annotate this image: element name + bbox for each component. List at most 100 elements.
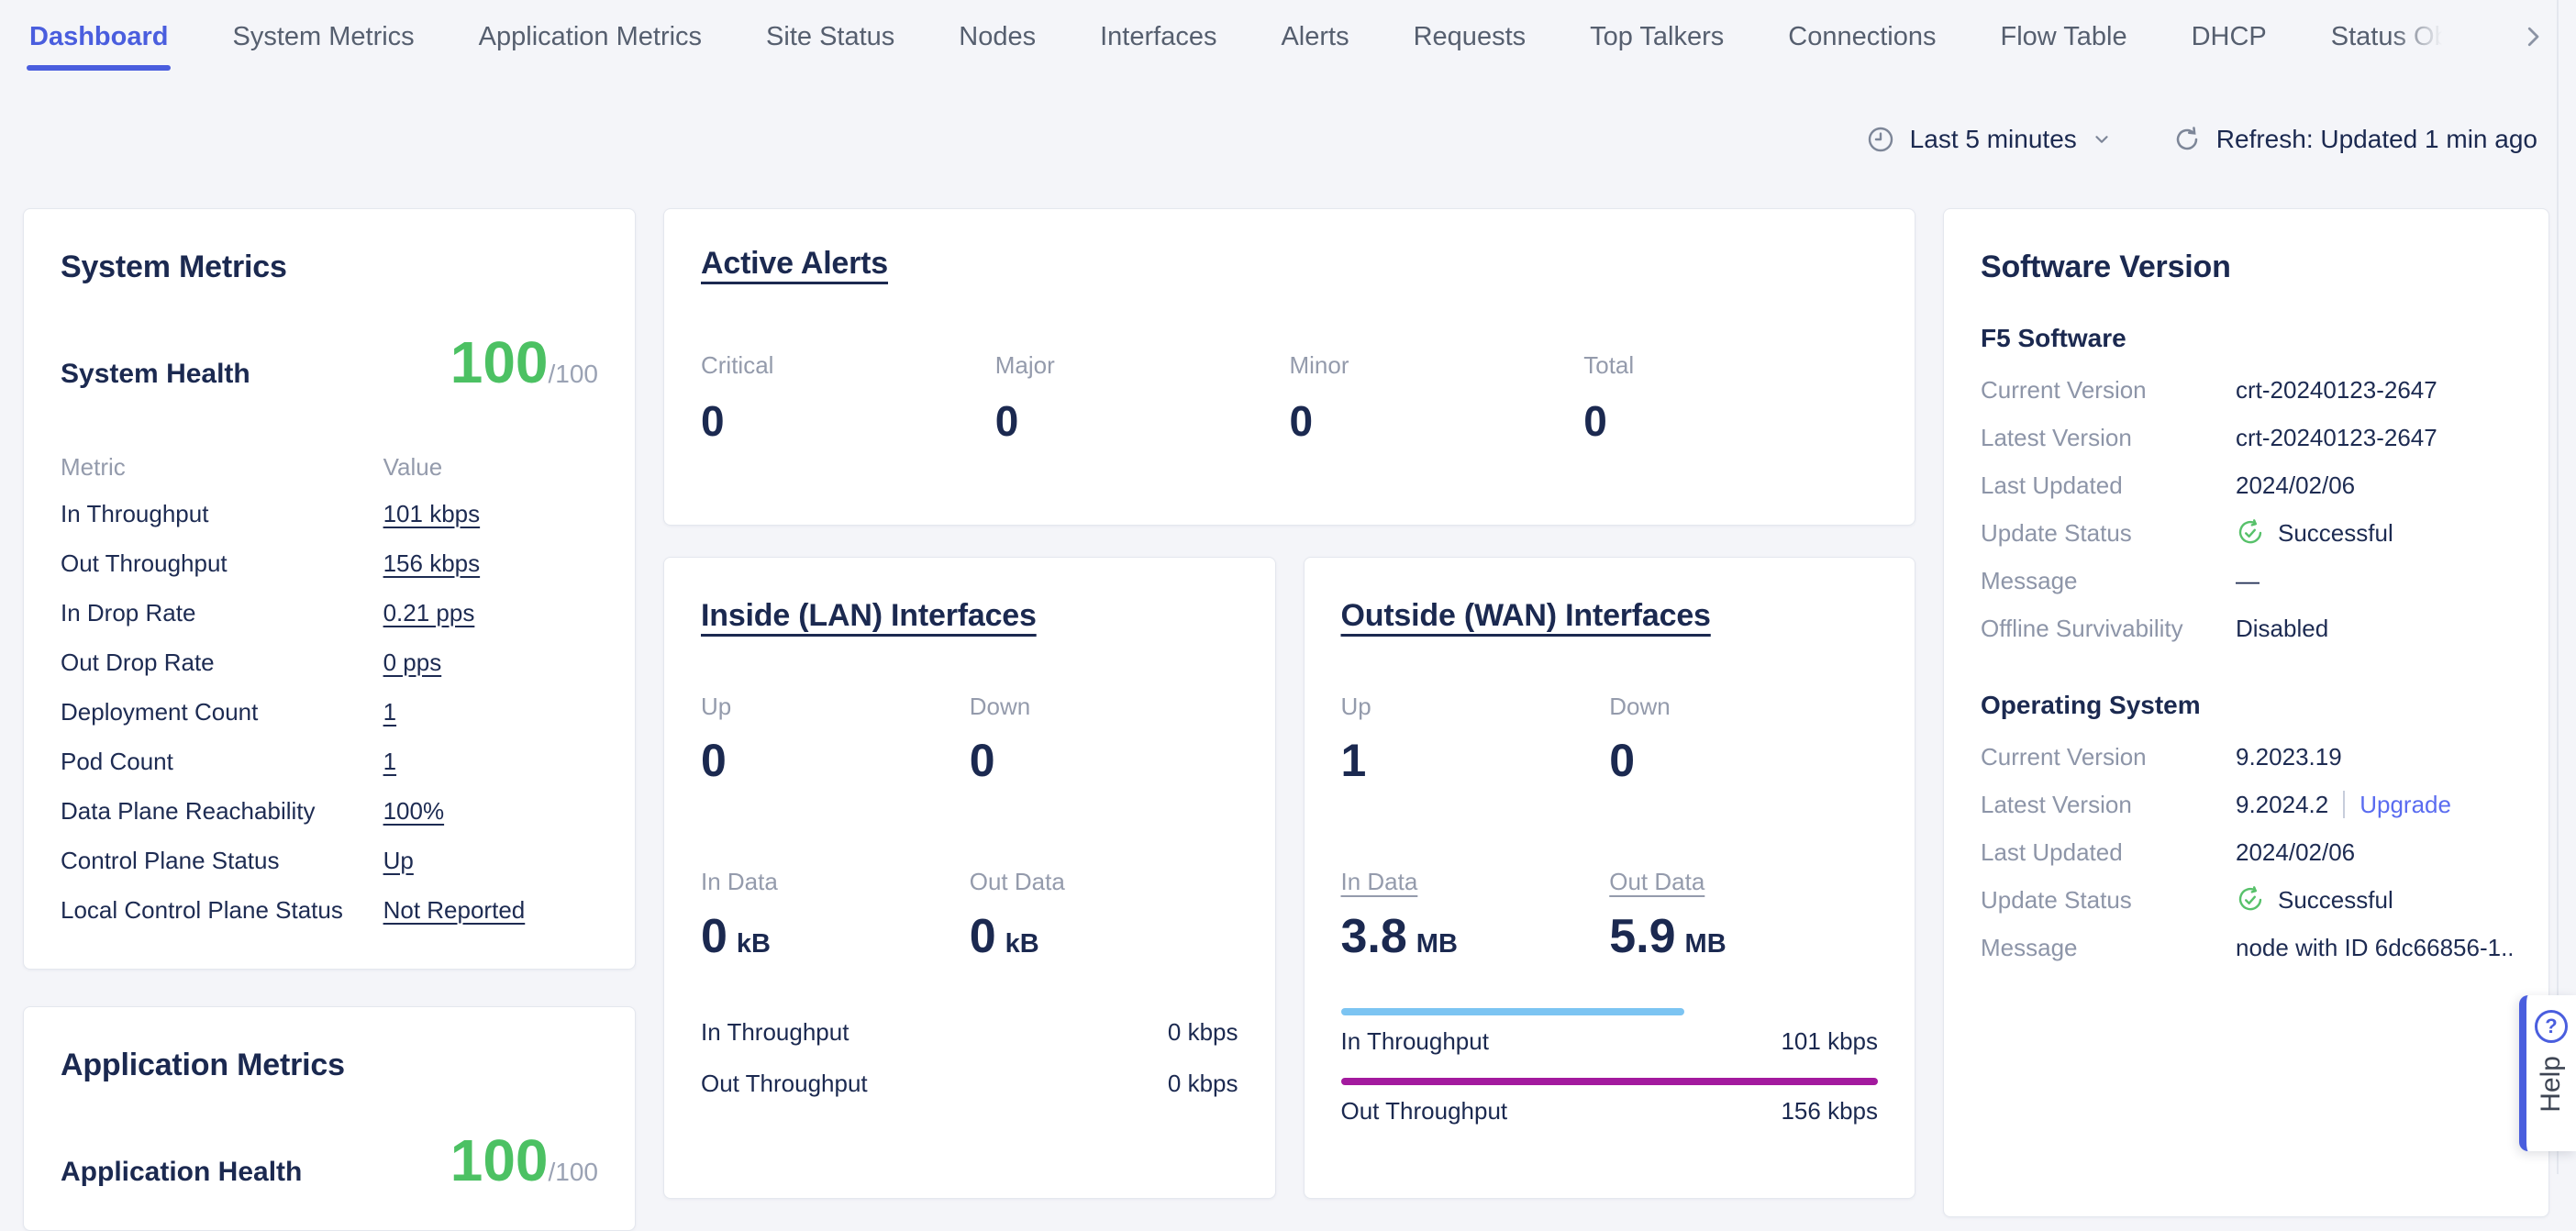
system-health-score: 100 /100 [450, 333, 598, 392]
tab-label: Alerts [1281, 22, 1349, 52]
help-label: Help [2536, 1056, 2567, 1113]
top-nav: Dashboard System Metrics Application Met… [0, 0, 2576, 73]
table-row: In Drop Rate0.21 pps [61, 588, 598, 638]
version-row: Current Version9.2023.19 [1981, 733, 2512, 781]
health-score-value: 100 [450, 333, 549, 392]
operating-system-rows: Current Version9.2023.19 Latest Version … [1981, 733, 2512, 971]
lan-in-data-stat: In Data 0kB [701, 868, 970, 960]
alert-stat-major: Major 0 [995, 351, 1290, 446]
tab-label: Nodes [959, 22, 1036, 52]
active-tab-underline [27, 65, 171, 71]
tab-dhcp[interactable]: DHCP [2192, 0, 2267, 73]
tab-label: Application Metrics [479, 22, 702, 52]
tab-flow-table[interactable]: Flow Table [2001, 0, 2127, 73]
metric-value-link[interactable]: 0 pps [383, 649, 442, 677]
table-row: Data Plane Reachability100% [61, 786, 598, 836]
alert-stat-total: Total 0 [1583, 351, 1878, 446]
center-column: Active Alerts Critical 0 Major 0 Minor 0… [663, 208, 1915, 1199]
update-status-row: Update Status Successful [1981, 876, 2512, 924]
tab-dashboard[interactable]: Dashboard [29, 0, 168, 73]
lan-interfaces-link[interactable]: Inside (LAN) Interfaces [701, 598, 1037, 633]
metric-value-link[interactable]: Up [383, 847, 414, 875]
nav-overflow-chevron-button[interactable] [2519, 0, 2547, 73]
tab-application-metrics[interactable]: Application Metrics [479, 0, 702, 73]
tab-label: Status Ob [2331, 22, 2449, 52]
software-version-card: Software Version F5 Software Current Ver… [1943, 208, 2549, 1217]
tab-label: System Metrics [232, 22, 414, 52]
health-score-value: 100 [450, 1131, 549, 1190]
chevron-right-icon [2519, 23, 2547, 50]
metric-value-link[interactable]: 1 [383, 698, 396, 726]
tab-site-status[interactable]: Site Status [766, 0, 894, 73]
tab-top-talkers[interactable]: Top Talkers [1590, 0, 1724, 73]
table-header: Metric Value [61, 445, 598, 489]
health-score-max: /100 [549, 360, 599, 389]
wan-data-stats: In Data 3.8MB Out Data 5.9MB [1341, 868, 1879, 960]
refresh-icon [2172, 125, 2202, 154]
metric-value-link[interactable]: 100% [383, 797, 445, 826]
lan-throughput-section: In Throughput 0 kbps Out Throughput 0 kb… [701, 1017, 1238, 1098]
tab-label: Dashboard [29, 22, 168, 52]
wan-out-throughput-row: Out Throughput 156 kbps [1341, 1096, 1879, 1126]
wan-down-stat: Down 0 [1609, 693, 1878, 783]
tab-label: Top Talkers [1590, 22, 1724, 52]
metric-value-link[interactable]: Not Reported [383, 896, 526, 925]
help-button[interactable]: ? Help [2519, 995, 2576, 1151]
wan-in-throughput-row: In Throughput 101 kbps [1341, 1026, 1879, 1056]
lan-interfaces-card: Inside (LAN) Interfaces Up 0 Down 0 In D… [663, 557, 1276, 1199]
wan-up-stat: Up 1 [1341, 693, 1610, 783]
alert-stats: Critical 0 Major 0 Minor 0 Total 0 [701, 351, 1878, 446]
metric-value-link[interactable]: 0.21 pps [383, 599, 475, 627]
lan-out-data-stat: Out Data 0kB [970, 868, 1238, 960]
out-data-link[interactable]: Out Data [1609, 868, 1704, 895]
tab-connections[interactable]: Connections [1788, 0, 1936, 73]
value-column-header: Value [383, 453, 598, 482]
health-score-max: /100 [549, 1158, 599, 1187]
alert-stat-minor: Minor 0 [1290, 351, 1584, 446]
tab-interfaces[interactable]: Interfaces [1100, 0, 1216, 73]
tab-label: Interfaces [1100, 22, 1216, 52]
software-version-title: Software Version [1981, 250, 2512, 285]
application-metrics-title: Application Metrics [61, 1048, 598, 1083]
left-column: System Metrics System Health 100 /100 Me… [23, 208, 636, 1231]
active-alerts-card: Active Alerts Critical 0 Major 0 Minor 0… [663, 208, 1915, 526]
in-throughput-bar [1341, 1008, 1879, 1015]
metric-value-link[interactable]: 101 kbps [383, 500, 481, 528]
wan-throughput-section: In Throughput 101 kbps Out Throughput 15… [1341, 1008, 1879, 1126]
alert-stat-critical: Critical 0 [701, 351, 995, 446]
table-row: Out Drop Rate0 pps [61, 638, 598, 687]
lan-down-stat: Down 0 [970, 693, 1238, 783]
time-range-selector[interactable]: Last 5 minutes [1866, 125, 2112, 154]
time-range-label: Last 5 minutes [1910, 125, 2077, 154]
wan-interfaces-link[interactable]: Outside (WAN) Interfaces [1341, 598, 1711, 633]
active-alerts-link[interactable]: Active Alerts [701, 246, 888, 281]
success-refresh-icon [2236, 885, 2265, 915]
refresh-control[interactable]: Refresh: Updated 1 min ago [2172, 125, 2537, 154]
version-row: Last Updated2024/02/06 [1981, 828, 2512, 876]
lan-data-stats: In Data 0kB Out Data 0kB [701, 868, 1238, 960]
operating-system-section-title: Operating System [1981, 691, 2512, 720]
latest-version-row: Latest Version 9.2024.2 Upgrade [1981, 781, 2512, 828]
wan-interfaces-title: Outside (WAN) Interfaces [1341, 598, 1879, 634]
f5-software-section-title: F5 Software [1981, 324, 2512, 353]
tab-status-objects-truncated[interactable]: Status Ob [2331, 0, 2449, 73]
table-row: Control Plane StatusUp [61, 836, 598, 885]
refresh-status-label: Refresh: Updated 1 min ago [2216, 125, 2537, 154]
metric-value-link[interactable]: 1 [383, 748, 396, 776]
wan-out-data-stat: Out Data 5.9MB [1609, 868, 1878, 960]
upgrade-link[interactable]: Upgrade [2359, 791, 2451, 819]
table-row: Pod Count1 [61, 737, 598, 786]
tab-requests[interactable]: Requests [1414, 0, 1527, 73]
tab-label: DHCP [2192, 22, 2267, 52]
tab-system-metrics[interactable]: System Metrics [232, 0, 414, 73]
message-row: Message— [1981, 557, 2512, 604]
metric-value-link[interactable]: 156 kbps [383, 549, 481, 578]
tab-nodes[interactable]: Nodes [959, 0, 1036, 73]
in-data-link[interactable]: In Data [1341, 868, 1418, 895]
offline-survivability-row: Offline SurvivabilityDisabled [1981, 604, 2512, 652]
question-icon: ? [2535, 1010, 2568, 1043]
f5-software-rows: Current Versioncrt-20240123-2647 Latest … [1981, 366, 2512, 652]
chevron-down-icon [2092, 129, 2112, 150]
tab-alerts[interactable]: Alerts [1281, 0, 1349, 73]
message-row: Messagenode with ID 6dc66856-1... [1981, 924, 2512, 971]
